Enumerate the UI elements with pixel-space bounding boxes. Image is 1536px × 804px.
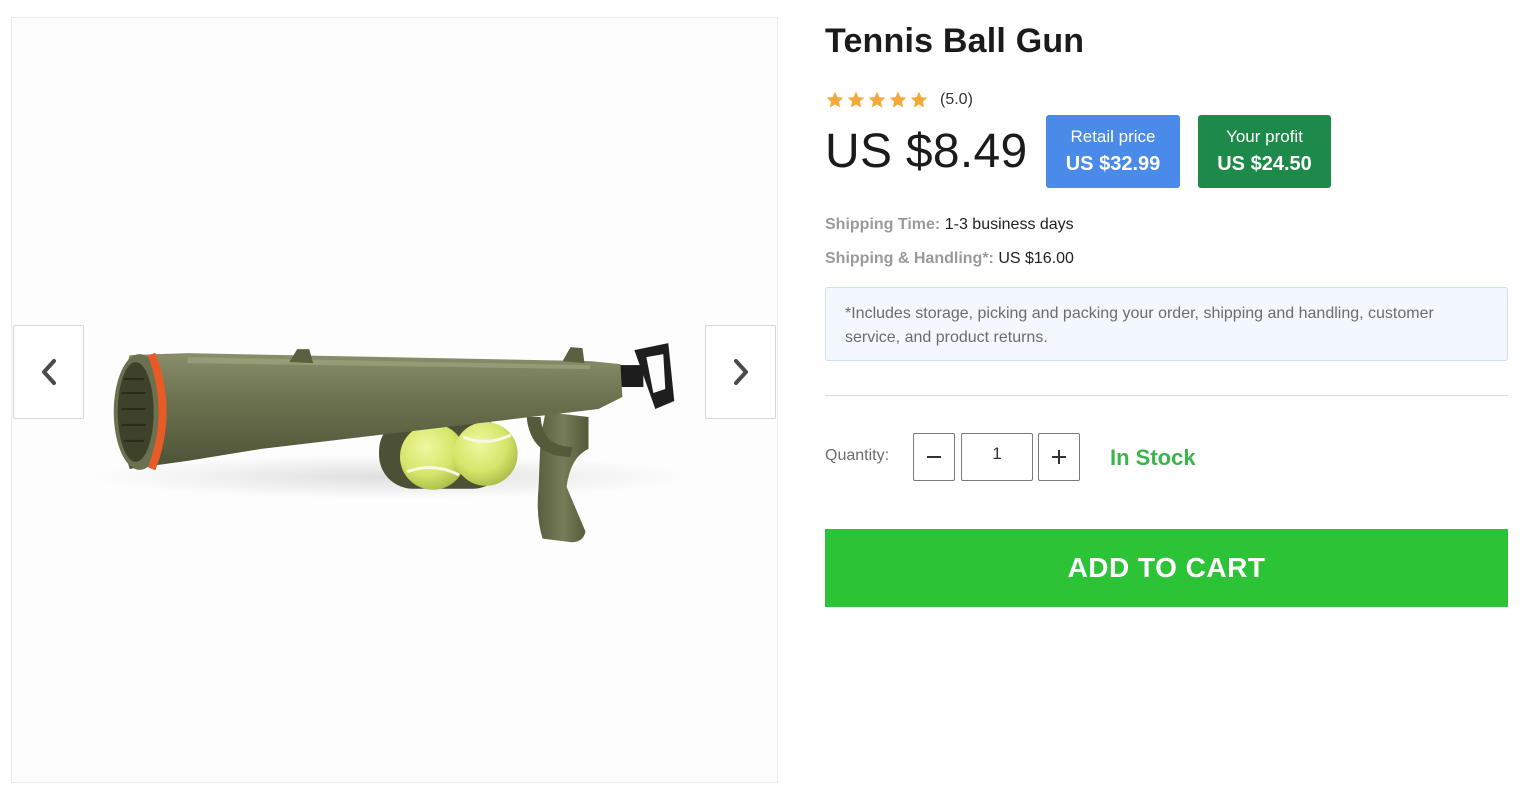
quantity-label: Quantity:: [825, 447, 890, 464]
star-icon: [889, 91, 907, 108]
product-rating: (5.0): [825, 90, 973, 110]
profit-value: US $24.50: [1217, 152, 1312, 175]
divider: [825, 395, 1508, 396]
chevron-left-icon: [41, 359, 56, 385]
product-gallery: [11, 17, 778, 783]
profit-label: Your profit: [1226, 126, 1303, 146]
quantity-input[interactable]: [961, 433, 1033, 481]
plus-icon: [1052, 450, 1066, 464]
gallery-prev-button[interactable]: [13, 325, 84, 419]
quantity-row: Quantity: In Stock: [825, 432, 1509, 481]
rating-stars: [825, 90, 929, 110]
shipping-time-label: Shipping Time:: [825, 216, 941, 233]
add-to-cart-button[interactable]: ADD TO CART: [825, 529, 1508, 607]
quantity-decrease-button[interactable]: [913, 433, 955, 481]
star-icon: [868, 91, 886, 108]
shipping-time: Shipping Time: 1-3 business days: [825, 216, 1074, 234]
shipping-handling: Shipping & Handling*: US $16.00: [825, 250, 1074, 268]
quantity-increase-button[interactable]: [1038, 433, 1080, 481]
shipping-handling-value: US $16.00: [998, 250, 1074, 267]
retail-price-value: US $32.99: [1065, 152, 1161, 175]
stock-status: In Stock: [1110, 445, 1196, 470]
retail-price-label: Retail price: [1070, 126, 1156, 146]
shipping-time-value: 1-3 business days: [944, 216, 1074, 233]
rating-score: (5.0): [940, 91, 973, 108]
price-row: US $8.49 Retail price US $32.99 Your pro…: [825, 114, 1509, 188]
chevron-right-icon: [733, 359, 748, 385]
minus-icon: [927, 456, 941, 458]
shipping-note: *Includes storage, picking and packing y…: [825, 287, 1508, 361]
star-icon: [826, 91, 844, 108]
product-image: [91, 343, 691, 543]
profit-badge: Your profit US $24.50: [1198, 115, 1331, 188]
product-title: Tennis Ball Gun: [825, 22, 1085, 60]
gallery-next-button[interactable]: [705, 325, 776, 419]
retail-price-badge: Retail price US $32.99: [1046, 115, 1180, 188]
star-icon: [910, 91, 928, 108]
product-price: US $8.49: [825, 125, 1028, 178]
star-icon: [847, 91, 865, 108]
product-details: Tennis Ball Gun (5.0) US $8.49 Retail pr…: [825, 0, 1509, 804]
shipping-handling-label: Shipping & Handling*:: [825, 250, 994, 267]
